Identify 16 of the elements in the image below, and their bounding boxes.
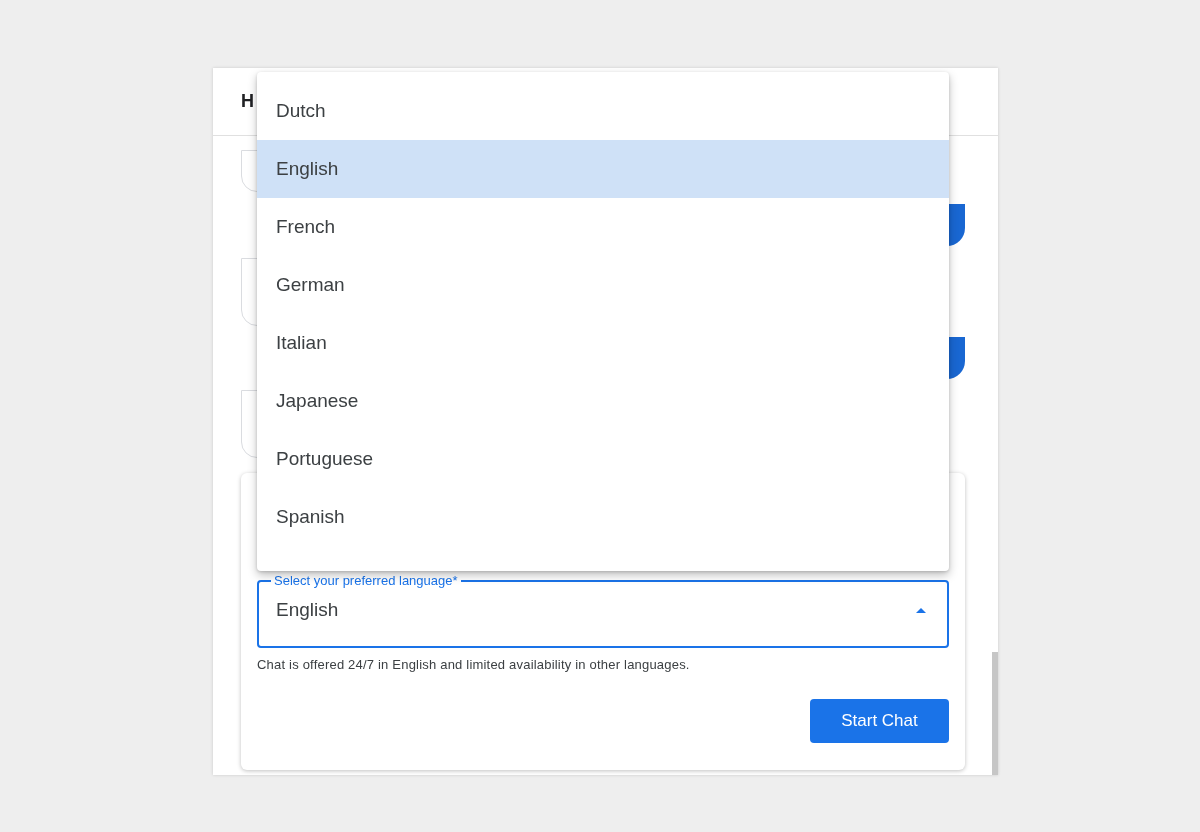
start-chat-button[interactable]: Start Chat: [810, 699, 949, 743]
menu-option[interactable]: French: [257, 198, 949, 256]
menu-option[interactable]: Dutch: [257, 82, 949, 140]
menu-option[interactable]: Italian: [257, 314, 949, 372]
field-label: Select your preferred language*: [273, 573, 459, 589]
menu-option[interactable]: English: [257, 140, 949, 198]
menu-option[interactable]: Japanese: [257, 372, 949, 430]
select-value: English: [276, 599, 339, 621]
menu-option[interactable]: Portuguese: [257, 430, 949, 488]
menu-option[interactable]: Spanish: [257, 488, 949, 546]
caret-icon: [915, 606, 927, 614]
language-select[interactable]: Select your preferred language* English: [257, 573, 949, 648]
helper-text: Chat is offered 24/7 in English and limited availability in other languages.: [257, 657, 691, 672]
menu-option[interactable]: German: [257, 256, 949, 314]
scrollbar[interactable]: [992, 652, 998, 775]
header-title: H: [241, 91, 254, 112]
